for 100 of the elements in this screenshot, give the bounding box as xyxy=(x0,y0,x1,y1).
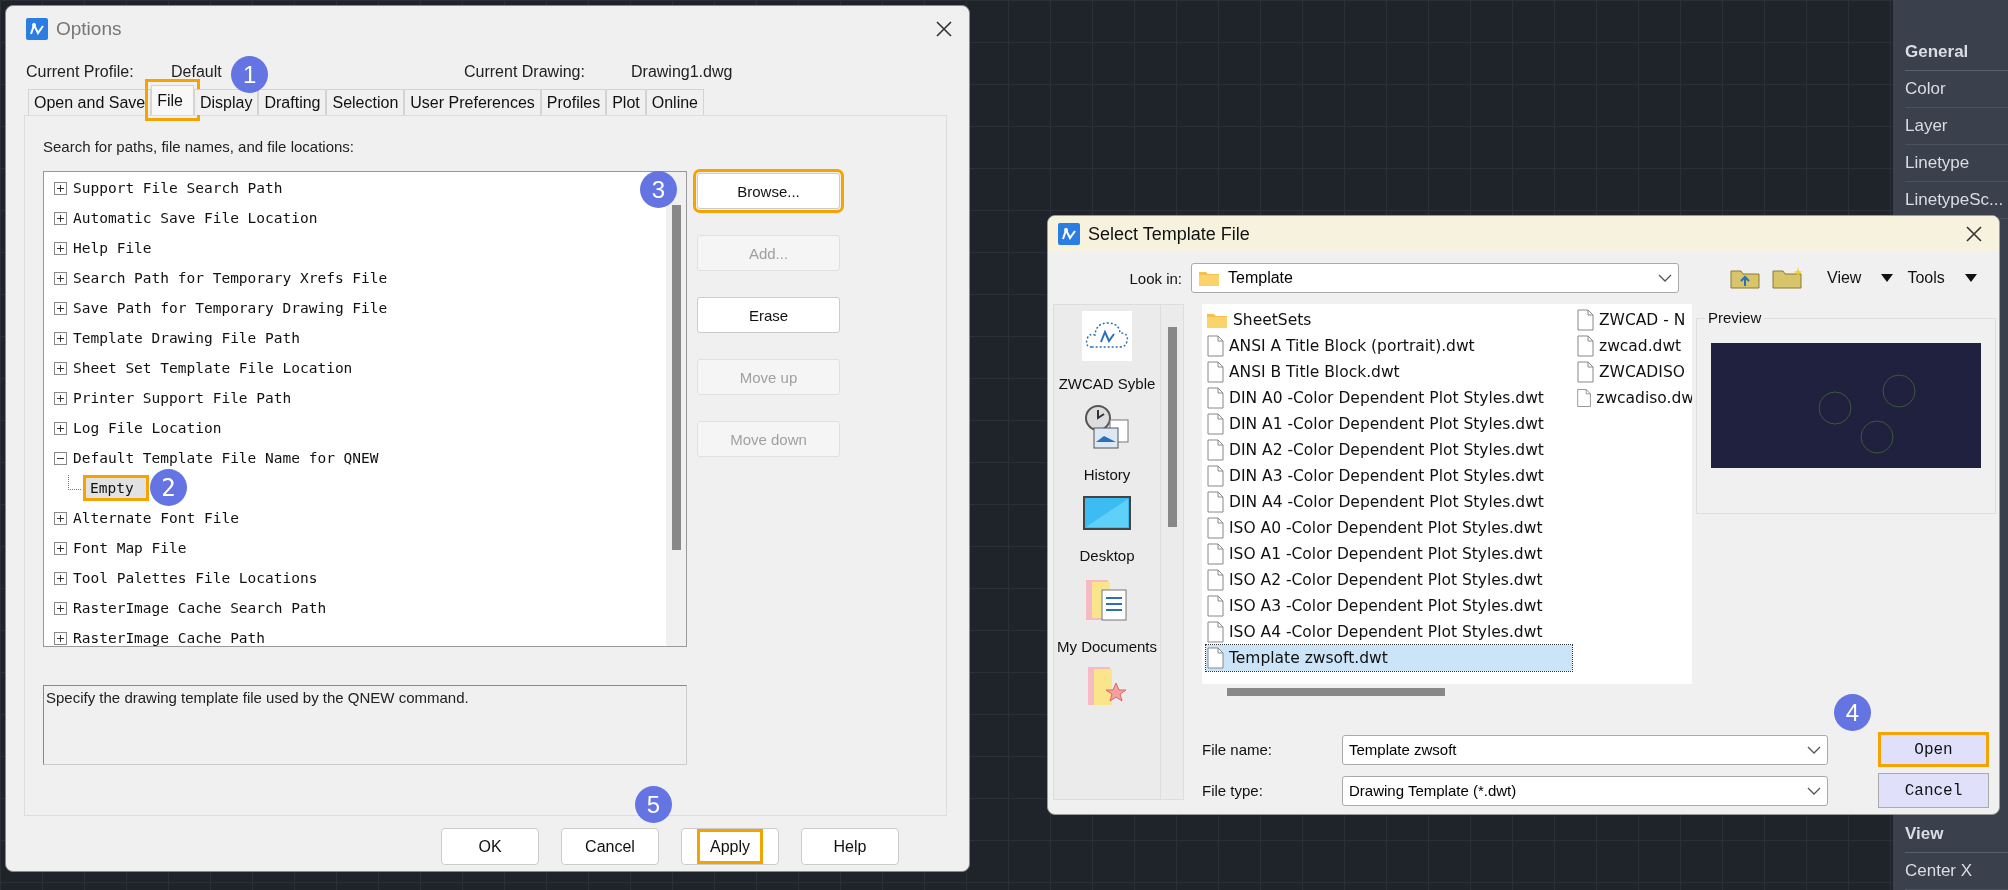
expand-icon[interactable] xyxy=(54,631,67,645)
cancel-button[interactable]: Cancel xyxy=(1878,773,1989,808)
tree-item[interactable]: Empty xyxy=(83,475,149,501)
place-label[interactable]: ZWCAD Syble xyxy=(1058,375,1156,392)
tree-item[interactable]: Default Template File Name for QNEW xyxy=(73,450,379,466)
place-label[interactable]: History xyxy=(1083,466,1131,483)
property-row[interactable]: Layer xyxy=(1905,108,2008,145)
file-item[interactable]: DIN A2 -Color Dependent Plot Styles.dwt xyxy=(1206,437,1572,463)
place-label[interactable]: Desktop xyxy=(1079,547,1135,564)
expand-icon[interactable] xyxy=(54,391,67,405)
tree-item[interactable]: Automatic Save File Location xyxy=(73,210,318,226)
tab[interactable]: Drafting xyxy=(258,89,327,115)
expand-icon[interactable] xyxy=(54,181,67,195)
dialog-button[interactable]: Cancel xyxy=(561,828,659,865)
property-row[interactable]: Color xyxy=(1905,71,2008,108)
file-icon xyxy=(1576,387,1592,409)
tree-item[interactable]: Alternate Font File xyxy=(73,510,239,526)
close-icon[interactable] xyxy=(935,19,953,38)
expand-icon[interactable] xyxy=(54,361,67,375)
chevron-down-icon xyxy=(1807,785,1821,796)
open-button[interactable]: Open xyxy=(1878,732,1989,767)
instruction-text: Search for paths, file names, and file locations: xyxy=(43,138,355,157)
tree-item[interactable]: Save Path for Temporary Drawing File xyxy=(73,300,388,316)
expand-icon[interactable] xyxy=(54,301,67,315)
profile-label: Current Profile: xyxy=(26,63,134,81)
file-item[interactable]: ISO A0 -Color Dependent Plot Styles.dwt xyxy=(1206,515,1572,541)
file-item[interactable]: ANSI B Title Block.dwt xyxy=(1206,359,1572,385)
tab[interactable]: User Preferences xyxy=(404,89,541,115)
tree-item[interactable]: RasterImage Cache Path xyxy=(73,630,266,646)
expand-icon[interactable] xyxy=(54,601,67,615)
file-icon xyxy=(1576,361,1594,383)
scrollbar-thumb[interactable] xyxy=(671,205,681,550)
scrollbar-thumb[interactable] xyxy=(1167,327,1177,527)
look-in-dropdown[interactable]: Template xyxy=(1191,263,1679,293)
tab[interactable]: Profiles xyxy=(540,89,607,115)
action-button[interactable]: Erase xyxy=(697,297,840,333)
property-row[interactable]: Center X xyxy=(1905,853,2008,890)
profile-value: Default xyxy=(171,63,222,81)
place-label[interactable]: My Documents xyxy=(1057,638,1157,655)
file-item[interactable]: DIN A3 -Color Dependent Plot Styles.dwt xyxy=(1206,463,1572,489)
file-icon xyxy=(1576,335,1594,357)
expand-icon[interactable] xyxy=(54,571,67,585)
caret-icon xyxy=(1881,274,1894,282)
expand-icon[interactable] xyxy=(54,511,67,525)
file-icon xyxy=(1206,465,1224,487)
close-icon[interactable] xyxy=(1965,225,1983,243)
tree-item[interactable]: Tool Palettes File Locations xyxy=(73,570,318,586)
tree-item[interactable]: Log File Location xyxy=(73,420,222,436)
tree-item[interactable]: Font Map File xyxy=(73,540,187,556)
step-number-badge: 4 xyxy=(1834,694,1871,731)
file-item[interactable]: ISO A3 -Color Dependent Plot Styles.dwt xyxy=(1206,593,1572,619)
collapse-icon[interactable] xyxy=(54,451,67,465)
tab[interactable]: Selection xyxy=(326,89,405,115)
file-item[interactable]: ANSI A Title Block (portrait).dwt xyxy=(1206,333,1572,359)
file-icon xyxy=(1206,413,1224,435)
tree-item[interactable]: Printer Support File Path xyxy=(73,390,292,406)
tab[interactable]: Open and Save xyxy=(28,89,152,115)
file-item[interactable]: DIN A4 -Color Dependent Plot Styles.dwt xyxy=(1206,489,1572,515)
file-item[interactable]: ISO A4 -Color Dependent Plot Styles.dwt xyxy=(1206,619,1572,645)
expand-icon[interactable] xyxy=(54,241,67,255)
file-item[interactable]: DIN A1 -Color Dependent Plot Styles.dwt xyxy=(1206,411,1572,437)
dialog-button[interactable]: Apply xyxy=(681,828,779,865)
tools-menu[interactable]: Tools xyxy=(1907,269,1977,287)
scrollbar-thumb[interactable] xyxy=(1227,688,1445,696)
file-icon xyxy=(1206,361,1224,383)
tree-item[interactable]: RasterImage Cache Search Path xyxy=(73,600,327,616)
desktop-icon xyxy=(1082,493,1132,533)
file-name-field[interactable]: Template zwsoft xyxy=(1342,734,1828,765)
file-item[interactable]: zwcad.dwt xyxy=(1576,333,1692,359)
expand-icon[interactable] xyxy=(54,541,67,555)
file-item[interactable]: DIN A0 -Color Dependent Plot Styles.dwt xyxy=(1206,385,1572,411)
file-item[interactable]: ZWCADISO xyxy=(1576,359,1692,385)
dialog-button[interactable]: Help xyxy=(801,828,899,865)
expand-icon[interactable] xyxy=(54,271,67,285)
tree-item[interactable]: Support File Search Path xyxy=(73,180,283,196)
expand-icon[interactable] xyxy=(54,331,67,345)
view-menu[interactable]: View xyxy=(1827,269,1894,287)
property-group-header[interactable]: View xyxy=(1905,816,2008,853)
expand-icon[interactable] xyxy=(54,421,67,435)
expand-icon[interactable] xyxy=(54,211,67,225)
file-item[interactable]: ISO A2 -Color Dependent Plot Styles.dwt xyxy=(1206,567,1572,593)
tree-item[interactable]: Search Path for Temporary Xrefs File xyxy=(73,270,388,286)
property-group-header[interactable]: General xyxy=(1905,34,2008,71)
look-in-label: Look in: xyxy=(1128,269,1183,287)
folder-icon xyxy=(1198,269,1220,287)
file-item[interactable]: ZWCAD - N xyxy=(1576,307,1692,333)
file-icon xyxy=(1206,387,1224,409)
tab[interactable]: Online xyxy=(645,89,704,115)
dialog-button[interactable]: OK xyxy=(441,828,539,865)
file-item[interactable]: ISO A1 -Color Dependent Plot Styles.dwt xyxy=(1206,541,1572,567)
tab[interactable]: Display xyxy=(194,89,259,115)
file-item[interactable]: Template zwsoft.dwt xyxy=(1206,645,1572,671)
step-number-badge: 1 xyxy=(231,56,269,93)
tree-item[interactable]: Template Drawing File Path xyxy=(73,330,300,346)
tab[interactable]: Plot xyxy=(606,89,646,115)
tree-item[interactable]: Help File xyxy=(73,240,152,256)
file-item[interactable]: SheetSets xyxy=(1206,307,1572,333)
file-type-dropdown[interactable]: Drawing Template (*.dwt) xyxy=(1342,775,1828,806)
property-row[interactable]: Linetype xyxy=(1905,145,2008,182)
tree-item[interactable]: Sheet Set Template File Location xyxy=(73,360,353,376)
